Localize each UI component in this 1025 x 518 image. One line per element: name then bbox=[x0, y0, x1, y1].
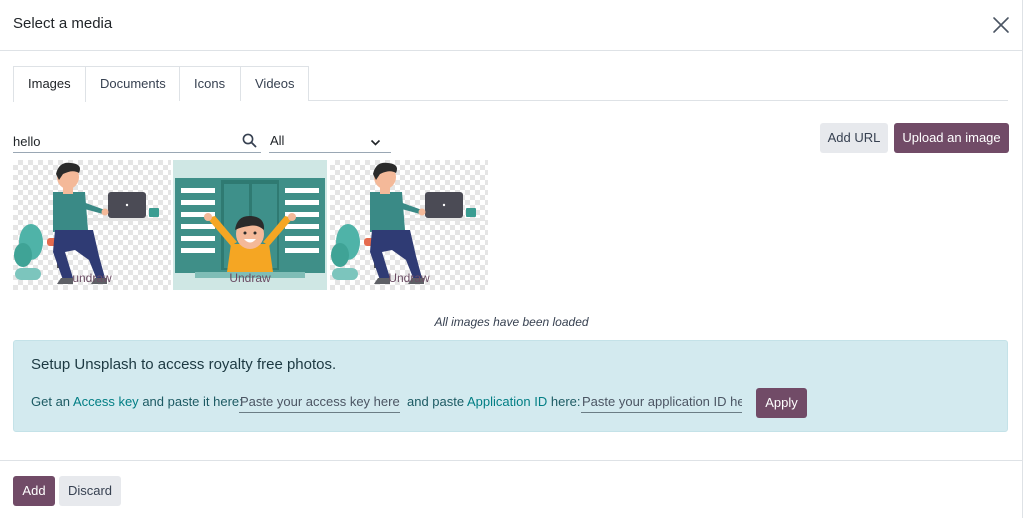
search-icon[interactable] bbox=[242, 133, 257, 148]
tab-videos[interactable]: Videos bbox=[240, 66, 309, 101]
media-tabs: Images Documents Icons Videos bbox=[13, 66, 1008, 102]
chevron-down-icon bbox=[370, 136, 381, 147]
image-thumbnail[interactable]: undraw bbox=[13, 160, 171, 290]
search-input[interactable] bbox=[13, 130, 239, 152]
application-id-input[interactable] bbox=[581, 391, 742, 413]
unsplash-setup-panel: Setup Unsplash to access royalty free ph… bbox=[13, 340, 1008, 432]
tab-images[interactable]: Images bbox=[13, 66, 86, 102]
upload-image-button[interactable]: Upload an image bbox=[894, 123, 1009, 153]
image-caption: Undraw bbox=[388, 271, 430, 285]
access-key-link[interactable]: Access key bbox=[73, 394, 139, 409]
media-filter-select[interactable]: All bbox=[269, 130, 391, 153]
search-box bbox=[13, 130, 261, 153]
unsplash-title: Setup Unsplash to access royalty free ph… bbox=[31, 356, 337, 373]
filter-selected-value: All bbox=[270, 133, 285, 148]
apply-button[interactable]: Apply bbox=[756, 388, 807, 418]
application-id-link[interactable]: Application ID bbox=[467, 394, 547, 409]
tab-icons[interactable]: Icons bbox=[179, 66, 241, 101]
access-key-input[interactable] bbox=[239, 391, 400, 413]
image-thumbnail[interactable]: Undraw bbox=[330, 160, 488, 290]
application-id-instruction: and paste Application ID here: bbox=[407, 394, 581, 409]
image-caption: undraw bbox=[72, 271, 112, 285]
image-caption: Undraw bbox=[229, 271, 271, 285]
add-button[interactable]: Add bbox=[13, 476, 55, 506]
image-thumbnail[interactable]: Undraw bbox=[173, 160, 327, 290]
images-loaded-status: All images have been loaded bbox=[434, 315, 589, 329]
close-icon[interactable] bbox=[989, 13, 1013, 37]
dialog-header: Select a media bbox=[0, 0, 1023, 51]
discard-button[interactable]: Discard bbox=[59, 476, 121, 506]
access-key-instruction: Get an Access key and paste it here: bbox=[31, 394, 243, 409]
tab-documents[interactable]: Documents bbox=[85, 66, 180, 101]
add-url-button[interactable]: Add URL bbox=[820, 123, 888, 153]
media-dialog: Select a media Images Documents Icons Vi… bbox=[0, 0, 1023, 518]
dialog-title: Select a media bbox=[13, 15, 113, 32]
dialog-footer: Add Discard bbox=[0, 460, 1023, 518]
